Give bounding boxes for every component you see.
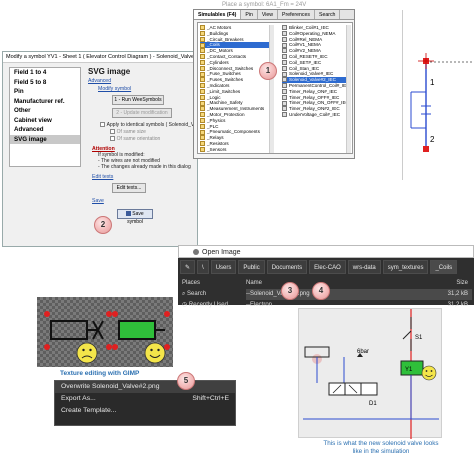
places-header: Places: [182, 280, 201, 286]
crumb-wrs-data[interactable]: wrs-data: [347, 260, 381, 274]
same-orientation-label: Of same orientation: [116, 136, 161, 143]
sad-face-icon: [76, 342, 98, 364]
crumb-coils[interactable]: _Coils: [430, 260, 458, 274]
edit-texts-link[interactable]: Edit texts: [92, 174, 113, 180]
save-link[interactable]: Save: [92, 198, 104, 204]
advanced-link[interactable]: Advanced: [88, 78, 111, 84]
gimp-texture-preview: [37, 297, 173, 367]
symbol-scrollbar[interactable]: [346, 25, 351, 153]
simulables-panel: Simulables (F4) Pin View Preferences Sea…: [193, 9, 355, 159]
edit-path-icon[interactable]: ✎: [180, 260, 196, 274]
crumb-public[interactable]: Public: [238, 260, 265, 274]
simulables-tabs: Simulables (F4) Pin View Preferences Sea…: [194, 10, 354, 20]
crumb-documents[interactable]: Documents: [266, 260, 308, 274]
clock-icon: ◷: [182, 302, 189, 308]
category-item[interactable]: _Sensors: [200, 147, 272, 153]
list-item-svg-image[interactable]: SVG image: [10, 134, 80, 144]
apply-identical-label: Apply to identical symbols ( Solenoid_Va…: [106, 122, 202, 129]
smiley-face-icon: [144, 342, 166, 364]
list-item-advanced[interactable]: Advanced: [10, 125, 80, 135]
attention-line: - The changes already made in this dialo…: [98, 164, 191, 171]
apply-identical-checkbox[interactable]: [100, 122, 105, 127]
modify-symbol-link[interactable]: Modify symbol: [98, 86, 131, 92]
list-item-pin[interactable]: Pin: [10, 87, 80, 97]
edit-texts-button[interactable]: Edit texts...: [112, 183, 146, 194]
floppy-icon: [126, 211, 132, 217]
simulation-caption-line: This is what the new solenoid valve look…: [323, 440, 439, 447]
simulation-caption: This is what the new solenoid valve look…: [288, 440, 474, 456]
same-size-checkbox[interactable]: [110, 129, 115, 135]
path-breadcrumb: ✎ \ Users Public Documents Elec-CAO wrs-…: [180, 260, 458, 274]
dialog-title: Modify a symbol YV1 - Sheet 1 ( Elevator…: [3, 52, 197, 63]
svg-panel-title: SVG image: [88, 67, 131, 76]
callout-1: 1: [259, 62, 277, 80]
file-context-menu: Overwrite Solenoid_Valve#2.png Export As…: [54, 380, 236, 426]
category-list: _AC Motors _Buildings _Circuit_Breakers _Co…: [200, 25, 272, 153]
simulation-view: S1 6bar D1 Y1: [298, 308, 442, 439]
list-item-field-1-4[interactable]: Field 1 to 4: [10, 68, 80, 78]
run-weesymbols-button[interactable]: 1 - Run WeeSymbols: [112, 95, 164, 105]
list-item-other[interactable]: Other: [10, 106, 80, 116]
callout-5: 5: [177, 372, 195, 390]
menu-item-export-as[interactable]: Export As... Shift+Ctrl+E: [55, 393, 235, 405]
file-list-header: Name Size: [246, 280, 468, 286]
file-list: Name Size --Solenoid_Valve#2.png 31,2 kB -…: [246, 278, 472, 311]
menu-item-create-template[interactable]: Create Template...: [55, 405, 235, 417]
callout-3: 3: [281, 282, 299, 300]
same-size-label: Of same size: [116, 129, 146, 136]
simulables-browser: _AC Motors _Buildings _Circuit_Breakers _Co…: [197, 22, 353, 154]
label-s1: S1: [415, 335, 423, 341]
pin-marker-bottom: [423, 146, 429, 152]
property-list: Field 1 to 4 Field 5 to 8 Pin Manufactur…: [9, 67, 81, 167]
crumb-sym-textures[interactable]: sym_textures: [382, 260, 429, 274]
label-d1: D1: [369, 401, 377, 407]
category-scrollbar[interactable]: [269, 25, 274, 153]
gimp-caption: Texture editing with GIMP: [60, 370, 140, 377]
file-row[interactable]: --Solenoid_Valve#2.png 31,2 kB: [246, 289, 472, 300]
label-y1: Y1: [405, 367, 413, 373]
places-panel: Places ⌕ Search ◷ Recently Used: [182, 278, 242, 311]
label-pressure: 6bar: [357, 349, 369, 355]
symbol-item[interactable]: UnderVoltage_Coil#_IEC: [282, 112, 350, 118]
open-image-title: Open Image: [178, 245, 474, 258]
callout-4: 4: [312, 282, 330, 300]
places-recent[interactable]: ◷ Recently Used: [182, 300, 242, 311]
gimp-icon: [193, 249, 199, 256]
simulation-caption-line: like in the simulation: [352, 448, 410, 455]
tab-preferences[interactable]: Preferences: [278, 10, 315, 19]
tab-pin[interactable]: Pin: [241, 10, 258, 19]
solenoid-symbol-drawing: 1 2: [410, 53, 473, 152]
symbol-item[interactable]: PermanentControl_Coil#_IEC: [282, 83, 350, 89]
save-symbol-button[interactable]: Save symbol: [117, 209, 153, 225]
pin-label-2: 2: [430, 135, 435, 144]
list-item-field-5-8[interactable]: Field 5 to 8: [10, 78, 80, 88]
list-item-manufacturer[interactable]: Manufacturer ref.: [10, 97, 80, 107]
callout-2: 2: [94, 216, 112, 234]
tab-simulables[interactable]: Simulables (F4): [194, 10, 242, 19]
crumb-root[interactable]: \: [197, 260, 209, 274]
schematic-canvas: 1 2: [402, 10, 473, 180]
pin-label-1: 1: [430, 78, 435, 87]
list-item-cabinet-view[interactable]: Cabinet view: [10, 116, 80, 126]
symbol-list: Blinker_Coil#1_IEC Coil#Operating_NEMA Coi…: [282, 25, 350, 118]
crumb-elec-cao[interactable]: Elec-CAO: [309, 260, 346, 274]
menu-item-overwrite[interactable]: Overwrite Solenoid_Valve#2.png: [55, 381, 235, 393]
tab-view[interactable]: View: [258, 10, 278, 19]
crumb-users[interactable]: Users: [210, 260, 237, 274]
update-modification-button[interactable]: 2 - Update modification: [112, 108, 172, 118]
tab-search[interactable]: Search: [315, 10, 341, 19]
same-orientation-checkbox[interactable]: [110, 136, 115, 142]
smiley-face-icon: [421, 365, 437, 381]
texture-image: [37, 297, 173, 367]
top-caption: Place a symbol: 6A1_Fm = 24V: [222, 2, 307, 8]
open-image-title-text: Open Image: [202, 249, 241, 256]
places-search[interactable]: ⌕ Search: [182, 289, 242, 300]
simulation-circuit: S1 6bar D1 Y1: [303, 309, 439, 439]
